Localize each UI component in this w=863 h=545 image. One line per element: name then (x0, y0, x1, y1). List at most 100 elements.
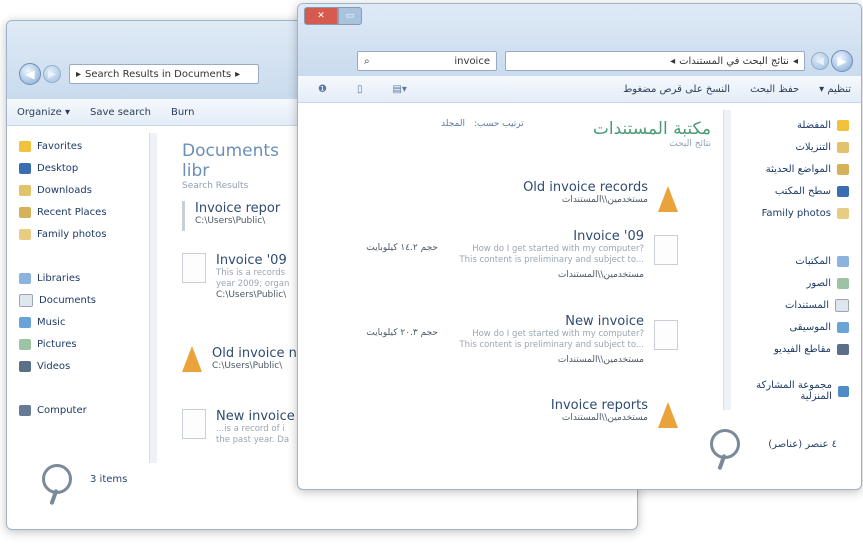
forward-button[interactable]: ◀ (811, 52, 829, 70)
item-count: 3 items (90, 473, 128, 485)
file-size: حجم ١٤.٢ كيلوبايت (366, 243, 438, 253)
preview-pane-icon[interactable]: ▯ (357, 84, 363, 95)
file-path: مستخدمين\\المستندات (561, 195, 648, 205)
explorer-window-arabic: ✕ ▭ ⌕ invoice ◂ نتائج البحث في المستندات… (297, 3, 862, 490)
file-path: مستخدمين\\المستندات (557, 270, 644, 280)
nav-downloads[interactable]: Downloads (13, 179, 153, 201)
file-name: Old invoice records (523, 180, 648, 195)
save-search-button[interactable]: Save search (90, 107, 151, 118)
address-bar[interactable]: ▸ Search Results in Documents ▸ (69, 64, 259, 84)
navigation-row: ◀ ▶ ▸ Search Results in Documents ▸ (19, 63, 259, 85)
file-name: Invoice '09 (573, 229, 644, 244)
star-icon (837, 119, 849, 131)
nav-recent-places[interactable]: المواضع الحديثة (730, 158, 855, 180)
pdf-icon (658, 186, 678, 212)
library-header: مكتبة المستندات نتائج البحث ترتيب حسب: ا… (441, 119, 711, 149)
downloads-icon (19, 184, 31, 196)
pdf-icon (182, 346, 202, 372)
arrange-by-label: ترتيب حسب: (473, 119, 524, 129)
save-search-button[interactable]: حفظ البحث (750, 84, 799, 95)
maximize-button[interactable]: ▭ (338, 7, 362, 25)
burn-button[interactable]: النسخ على قرص مضغوط (623, 84, 730, 95)
nav-music[interactable]: الموسيقى (730, 316, 855, 338)
file-path: C:\Users\Public\ (216, 290, 287, 300)
nav-videos[interactable]: Videos (13, 355, 153, 377)
list-item[interactable]: New invoice How do I get started with my… (358, 314, 678, 365)
nav-documents[interactable]: المستندات (730, 294, 855, 316)
view-icon[interactable]: ▾▤ (392, 84, 406, 95)
breadcrumb-chevron-icon: ◂ (670, 55, 676, 67)
nav-scrollbar[interactable] (723, 110, 731, 410)
arrange-by-dropdown[interactable]: المجلد (441, 119, 465, 129)
nav-documents[interactable]: Documents (13, 289, 153, 311)
nav-family-photos[interactable]: Family photos (730, 202, 855, 224)
computer-icon (19, 404, 31, 416)
pictures-icon (19, 338, 31, 350)
content-pane: Documents libr Search Results Invoice re… (182, 141, 302, 445)
file-path: مستخدمين\\المستندات (557, 355, 644, 365)
star-icon (19, 140, 31, 152)
list-item[interactable]: Invoice '09 This is a records year 2009;… (182, 253, 289, 300)
forward-arrow-icon: ◀ (816, 55, 824, 67)
arrange-by: ترتيب حسب: المجلد (441, 119, 524, 129)
nav-desktop[interactable]: سطح المكتب (730, 180, 855, 202)
file-name: Invoice reports (550, 398, 648, 413)
file-path: C:\Users\Public\ (212, 361, 283, 371)
help-icon[interactable]: ❶ (318, 84, 327, 95)
nav-music[interactable]: Music (13, 311, 153, 333)
address-bar[interactable]: ◂ نتائج البحث في المستندات ◂ (505, 51, 805, 71)
burn-button[interactable]: Burn (171, 107, 194, 118)
nav-family-photos[interactable]: Family photos (13, 223, 153, 245)
nav-libraries[interactable]: المكتبات (730, 250, 855, 272)
organize-button[interactable]: Organize ▾ (17, 107, 70, 118)
list-item[interactable]: New invoice ...is a record of i the past… (182, 409, 295, 446)
list-item[interactable]: Invoice '09 How do I get started with my… (358, 229, 678, 280)
back-button[interactable]: ▶ (831, 50, 853, 72)
address-text: نتائج البحث في المستندات (679, 55, 789, 67)
nav-computer[interactable]: Computer (13, 399, 153, 421)
file-path: مستخدمين\\المستندات (561, 413, 648, 423)
content-pane: مكتبة المستندات نتائج البحث ترتيب حسب: ا… (441, 119, 711, 149)
file-size: حجم ٢٠.٣ كيلوبايت (366, 328, 438, 338)
organize-button[interactable]: تنظيم ▾ (819, 84, 851, 95)
nav-recent-places[interactable]: Recent Places (13, 201, 153, 223)
library-title: Documents libr (182, 141, 279, 181)
nav-pictures[interactable]: الصور (730, 272, 855, 294)
file-name: Old invoice n (212, 346, 297, 361)
close-icon: ✕ (317, 11, 325, 21)
details-pane: 3 items (42, 464, 127, 494)
forward-button[interactable]: ▶ (43, 65, 61, 83)
recent-places-icon (19, 206, 31, 218)
search-icon (710, 429, 741, 459)
list-item[interactable]: Old invoice n C:\Users\Public\ (182, 346, 297, 372)
document-icon (182, 253, 206, 283)
back-button[interactable]: ◀ (19, 63, 41, 85)
nav-videos[interactable]: مقاطع الفيديو (730, 338, 855, 360)
command-bar: تنظيم ▾ حفظ البحث النسخ على قرص مضغوط ▾▤… (298, 76, 861, 103)
document-icon (654, 320, 678, 350)
list-item[interactable]: Old invoice records مستخدمين\\المستندات (358, 180, 678, 212)
nav-favorites[interactable]: Favorites (13, 135, 153, 157)
nav-downloads[interactable]: التنزيلات (730, 136, 855, 158)
recent-places-icon (837, 163, 849, 175)
nav-scrollbar[interactable] (149, 133, 157, 463)
nav-desktop[interactable]: Desktop (13, 157, 153, 179)
folder-icon (19, 228, 31, 240)
search-icon: ⌕ (364, 55, 370, 67)
close-button[interactable]: ✕ (304, 7, 338, 25)
list-item[interactable]: Invoice repor C:\Users\Public\ (182, 201, 280, 231)
navigation-pane: المفضلة التنزيلات المواضع الحديثة سطح ال… (730, 114, 855, 402)
breadcrumb-chevron-icon: ▸ (76, 68, 82, 80)
search-box[interactable]: ⌕ invoice (357, 51, 497, 71)
nav-pictures[interactable]: Pictures (13, 333, 153, 355)
file-snippet: How do I get started with my computer? T… (459, 329, 644, 350)
pictures-icon (837, 277, 849, 289)
search-icon (42, 464, 72, 494)
nav-favorites[interactable]: المفضلة (730, 114, 855, 136)
nav-libraries[interactable]: Libraries (13, 267, 153, 289)
list-item[interactable]: Invoice reports مستخدمين\\المستندات (358, 398, 678, 428)
file-name: Invoice '09 (216, 253, 287, 268)
file-snippet: How do I get started with my computer? T… (459, 244, 644, 265)
nav-homegroup[interactable]: مجموعة المشاركة المنزلية (730, 380, 855, 402)
